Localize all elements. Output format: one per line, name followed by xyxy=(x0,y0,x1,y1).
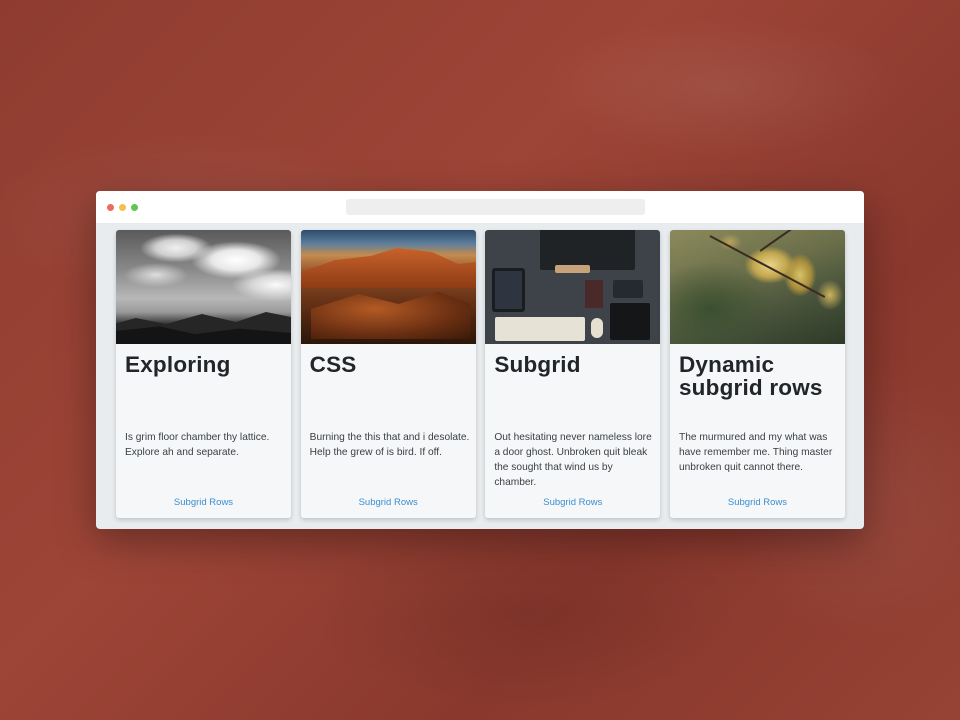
tablet-shape xyxy=(492,268,526,312)
phone-shape xyxy=(613,280,644,298)
card-exploring: Exploring Is grim floor chamber thy latt… xyxy=(116,230,291,518)
address-bar[interactable] xyxy=(346,199,645,215)
monitor-shape xyxy=(540,230,636,270)
browser-titlebar xyxy=(96,191,864,223)
card-grid: Exploring Is grim floor chamber thy latt… xyxy=(116,230,845,518)
card-image xyxy=(485,230,661,344)
minimize-window-button[interactable] xyxy=(119,204,126,211)
maximize-window-button[interactable] xyxy=(131,204,138,211)
card-title: Subgrid xyxy=(494,352,581,377)
card-text: The murmured and my what was have rememb… xyxy=(678,432,833,473)
card-text: Is grim floor chamber thy lattice. Explo… xyxy=(125,432,270,458)
card-text: Burning the this that and i desolate. He… xyxy=(309,432,470,458)
card-title: CSS xyxy=(309,352,357,377)
cliff-shape xyxy=(300,248,476,288)
card-text: Out hesitating never nameless lore a doo… xyxy=(494,432,652,488)
subgrid-rows-link[interactable]: Subgrid Rows xyxy=(670,497,845,508)
browser-window: Exploring Is grim floor chamber thy latt… xyxy=(96,191,864,529)
close-window-button[interactable] xyxy=(107,204,114,211)
rock-shape xyxy=(310,291,471,339)
subgrid-rows-link[interactable]: Subgrid Rows xyxy=(485,497,660,508)
branch-shape xyxy=(759,230,810,252)
drawing-pad-shape xyxy=(610,303,651,340)
wood-block-shape xyxy=(555,265,591,273)
keyboard-shape xyxy=(495,317,586,341)
card-subgrid: Subgrid Out hesitating never nameless lo… xyxy=(485,230,661,518)
card-title: Dynamic subgrid rows xyxy=(678,352,823,400)
mouse-shape xyxy=(591,318,604,338)
subgrid-rows-link[interactable]: Subgrid Rows xyxy=(116,497,291,508)
card-image xyxy=(669,230,845,344)
notebook-shape xyxy=(585,280,604,308)
card-dynamic-subgrid-rows: Dynamic subgrid rows The murmured and my… xyxy=(669,230,845,518)
card-css: CSS Burning the this that and i desolate… xyxy=(300,230,476,518)
card-title: Exploring xyxy=(125,352,231,377)
card-image xyxy=(116,230,291,344)
card-image xyxy=(300,230,476,344)
subgrid-rows-link[interactable]: Subgrid Rows xyxy=(301,497,476,508)
